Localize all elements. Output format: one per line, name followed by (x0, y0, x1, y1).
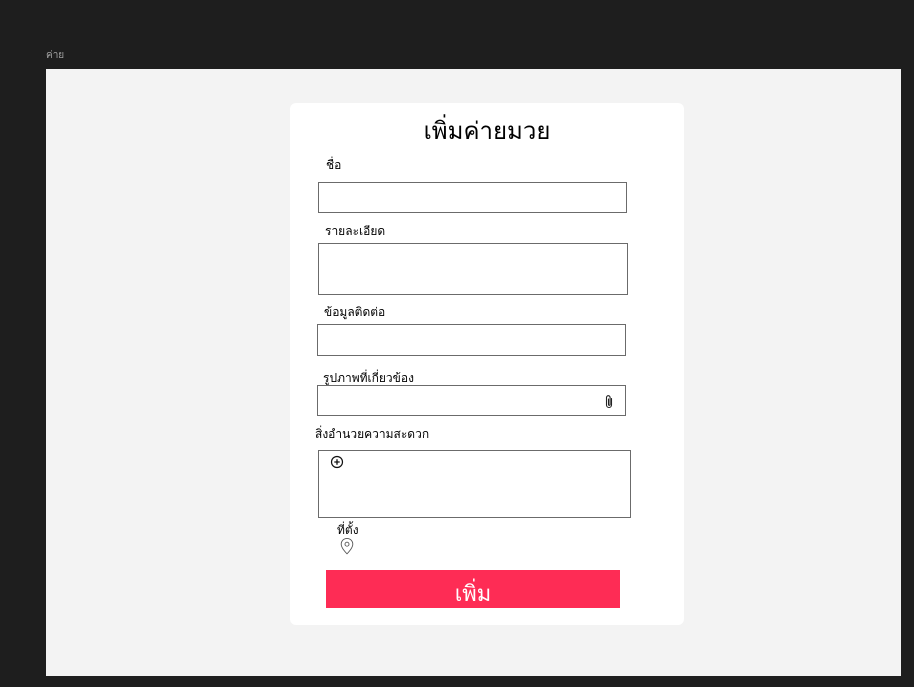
facilities-label: สิ่งอำนวยความสะดวก (315, 427, 430, 441)
name-input[interactable] (318, 182, 627, 213)
location-label: ที่ตั้ง (337, 523, 359, 537)
name-label: ชื่อ (326, 158, 342, 172)
add-button[interactable]: เพิ่ม (326, 570, 620, 608)
contact-input[interactable] (317, 324, 626, 356)
details-label: รายละเอียด (325, 224, 386, 238)
facilities-box[interactable] (318, 450, 631, 518)
images-label: รูปภาพที่เกี่ยวข้อง (323, 371, 414, 385)
form-title: เพิ่มค่ายมวย (423, 117, 551, 145)
images-input[interactable] (317, 385, 626, 416)
details-textarea[interactable] (318, 243, 628, 295)
paperclip-icon[interactable] (603, 394, 615, 410)
contact-label: ข้อมูลติดต่อ (324, 305, 386, 319)
map-pin-icon[interactable] (339, 537, 355, 555)
frame-label: ค่าย (46, 50, 65, 61)
plus-circle-icon[interactable] (330, 455, 344, 469)
